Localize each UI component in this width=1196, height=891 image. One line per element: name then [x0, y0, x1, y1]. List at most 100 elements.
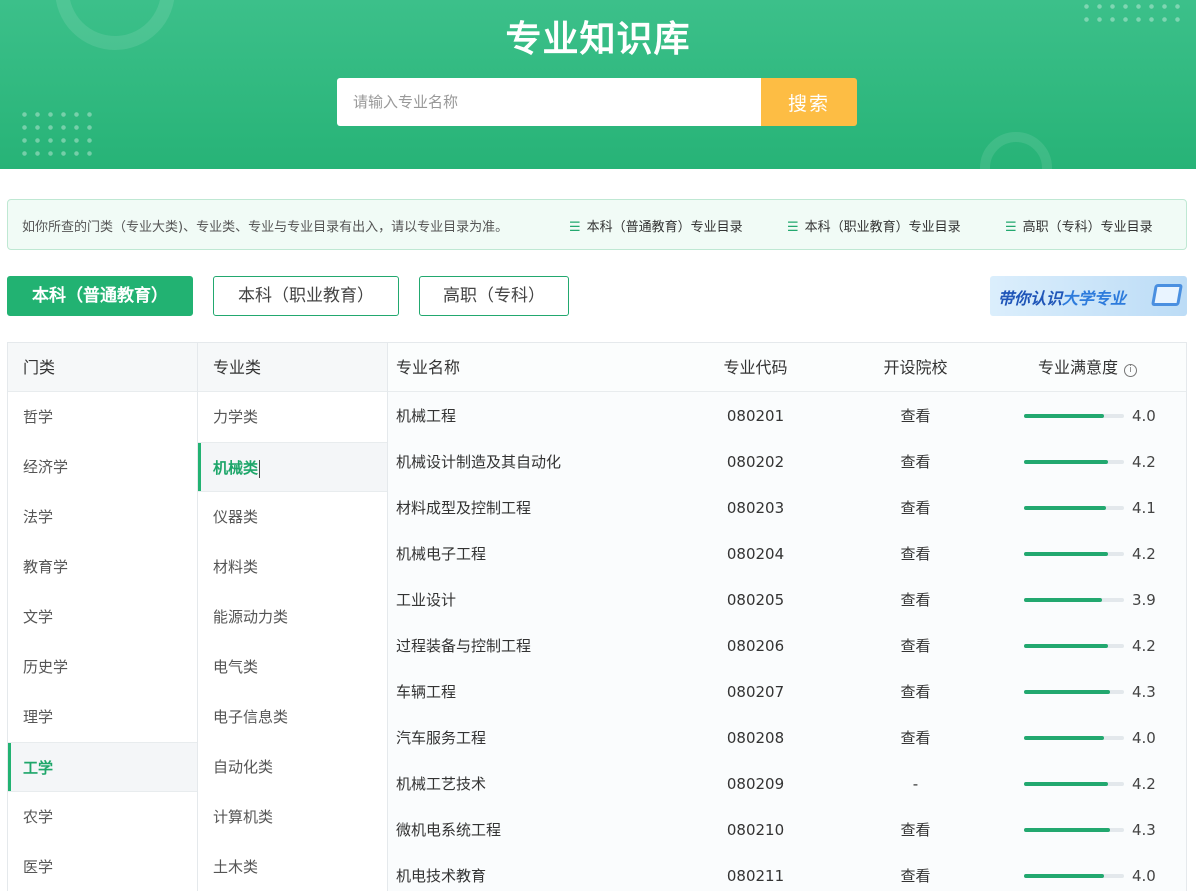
satisfaction-bar-fill: [1024, 598, 1102, 602]
major-name-link[interactable]: 机械设计制造及其自动化: [396, 439, 561, 485]
major-code: 080211: [726, 867, 785, 885]
major-code: 080205: [726, 591, 785, 609]
discipline-item[interactable]: 哲学: [8, 392, 197, 442]
satisfaction-score: 4.0: [1132, 867, 1156, 885]
view-schools-link[interactable]: 查看: [858, 715, 973, 761]
discipline-item-selected[interactable]: 工学: [8, 742, 197, 792]
discipline-header: 门类: [8, 343, 197, 392]
table-row: 材料成型及控制工程 080203 查看 4.1: [388, 485, 1186, 531]
search-button[interactable]: 搜索: [761, 78, 857, 126]
major-class-item[interactable]: 能源动力类: [198, 592, 387, 642]
view-schools-link[interactable]: 查看: [858, 393, 973, 439]
page-title: 专业知识库: [505, 19, 691, 60]
major-name-link[interactable]: 机械工程: [396, 393, 456, 439]
decorative-dots: [18, 108, 98, 158]
list-icon: ☰: [1005, 220, 1017, 235]
satisfaction-score: 3.9: [1132, 591, 1156, 609]
major-name-link[interactable]: 过程装备与控制工程: [396, 623, 531, 669]
tab-undergrad-vocational[interactable]: 本科（职业教育）: [213, 276, 399, 316]
satisfaction-bar-fill: [1024, 874, 1104, 878]
major-name-link[interactable]: 材料成型及控制工程: [396, 485, 531, 531]
view-schools-link[interactable]: 查看: [858, 485, 973, 531]
major-class-item[interactable]: 计算机类: [198, 792, 387, 842]
view-schools-link[interactable]: 查看: [858, 807, 973, 853]
catalog-link-undergrad-vocational[interactable]: ☰ 本科（职业教育）专业目录: [787, 216, 961, 235]
satisfaction-bar-fill: [1024, 828, 1110, 832]
major-name-link[interactable]: 汽车服务工程: [396, 715, 486, 761]
major-name-link[interactable]: 车辆工程: [396, 669, 456, 715]
major-name-link[interactable]: 机械工艺技术: [396, 761, 486, 807]
satisfaction-bar-fill: [1024, 460, 1108, 464]
major-class-item[interactable]: 电气类: [198, 642, 387, 692]
view-schools-link[interactable]: 查看: [858, 439, 973, 485]
major-code: 080206: [726, 637, 785, 655]
discipline-item[interactable]: 法学: [8, 492, 197, 542]
satisfaction-bar: [1024, 644, 1124, 648]
view-schools-link[interactable]: 查看: [858, 623, 973, 669]
notice-text: 如你所查的门类（专业大类)、专业类、专业与专业目录有出入，请以专业目录为准。: [22, 220, 509, 235]
satisfaction-score: 4.0: [1132, 407, 1156, 425]
major-class-item[interactable]: 土木类: [198, 842, 387, 891]
promo-text: 带你认识大学专业: [998, 289, 1127, 308]
discipline-item[interactable]: 医学: [8, 842, 197, 891]
satisfaction-bar-fill: [1024, 552, 1108, 556]
major-code: 080204: [726, 545, 785, 563]
discipline-item[interactable]: 农学: [8, 792, 197, 842]
satisfaction-bar: [1024, 598, 1124, 602]
major-code: 080208: [726, 729, 785, 747]
major-name-link[interactable]: 微机电系统工程: [396, 807, 501, 853]
satisfaction-score: 4.2: [1132, 545, 1156, 563]
discipline-item[interactable]: 文学: [8, 592, 197, 642]
major-name-link[interactable]: 机械电子工程: [396, 531, 486, 577]
decorative-circle: [980, 132, 1052, 169]
school-unavailable: -: [912, 775, 919, 793]
satisfaction-bar: [1024, 782, 1124, 786]
view-schools-link[interactable]: 查看: [858, 577, 973, 623]
satisfaction-score: 4.3: [1132, 821, 1156, 839]
satisfaction-bar: [1024, 460, 1124, 464]
catalog-link-undergrad-general[interactable]: ☰ 本科（普通教育）专业目录: [569, 216, 743, 235]
promo-banner[interactable]: 带你认识大学专业: [990, 276, 1187, 316]
satisfaction-bar: [1024, 736, 1124, 740]
discipline-item[interactable]: 经济学: [8, 442, 197, 492]
table-row: 机械工程 080201 查看 4.0: [388, 393, 1186, 439]
major-class-item-selected[interactable]: 机械类: [198, 442, 387, 492]
majors-table: 专业名称 专业代码 开设院校 专业满意度 i 机械工程 080201 查看 4.0 机械设…: [388, 343, 1186, 891]
table-row: 工业设计 080205 查看 3.9: [388, 577, 1186, 623]
catalog-link-higher-vocational[interactable]: ☰ 高职（专科）专业目录: [1005, 216, 1153, 235]
catalog-link-label: 高职（专科）专业目录: [1022, 220, 1153, 235]
view-schools-link[interactable]: 查看: [858, 853, 973, 891]
major-class-item[interactable]: 自动化类: [198, 742, 387, 792]
table-row: 车辆工程 080207 查看 4.3: [388, 669, 1186, 715]
tab-undergrad-general[interactable]: 本科（普通教育）: [7, 276, 193, 316]
satisfaction-bar-fill: [1024, 644, 1108, 648]
info-icon[interactable]: i: [1124, 364, 1138, 377]
satisfaction-bar: [1024, 828, 1124, 832]
major-code: 080209: [726, 775, 785, 793]
major-name-link[interactable]: 工业设计: [396, 577, 456, 623]
search-input[interactable]: [337, 78, 762, 126]
view-schools-link[interactable]: 查看: [858, 531, 973, 577]
satisfaction-bar-fill: [1024, 736, 1104, 740]
discipline-item[interactable]: 教育学: [8, 542, 197, 592]
table-row: 过程装备与控制工程 080206 查看 4.2: [388, 623, 1186, 669]
view-schools-link[interactable]: 查看: [858, 669, 973, 715]
satisfaction-bar: [1024, 414, 1124, 418]
major-class-item[interactable]: 仪器类: [198, 492, 387, 542]
major-name-link[interactable]: 机电技术教育: [396, 853, 486, 891]
satisfaction-bar: [1024, 690, 1124, 694]
notice-bar: 如你所查的门类（专业大类)、专业类、专业与专业目录有出入，请以专业目录为准。 ☰…: [7, 199, 1187, 250]
header-banner: 专业知识库 搜索: [0, 0, 1196, 169]
major-class-item[interactable]: 力学类: [198, 392, 387, 442]
major-code: 080207: [726, 683, 785, 701]
list-icon: ☰: [569, 220, 581, 235]
catalog-link-label: 本科（职业教育）专业目录: [804, 220, 961, 235]
column-header-satisfaction: 专业满意度 i: [1038, 343, 1138, 392]
discipline-item[interactable]: 历史学: [8, 642, 197, 692]
discipline-item[interactable]: 理学: [8, 692, 197, 742]
table-row: 机电技术教育 080211 查看 4.0: [388, 853, 1186, 891]
tab-higher-vocational[interactable]: 高职（专科）: [419, 276, 569, 316]
major-class-item[interactable]: 材料类: [198, 542, 387, 592]
major-class-item[interactable]: 电子信息类: [198, 692, 387, 742]
satisfaction-bar-fill: [1024, 506, 1106, 510]
